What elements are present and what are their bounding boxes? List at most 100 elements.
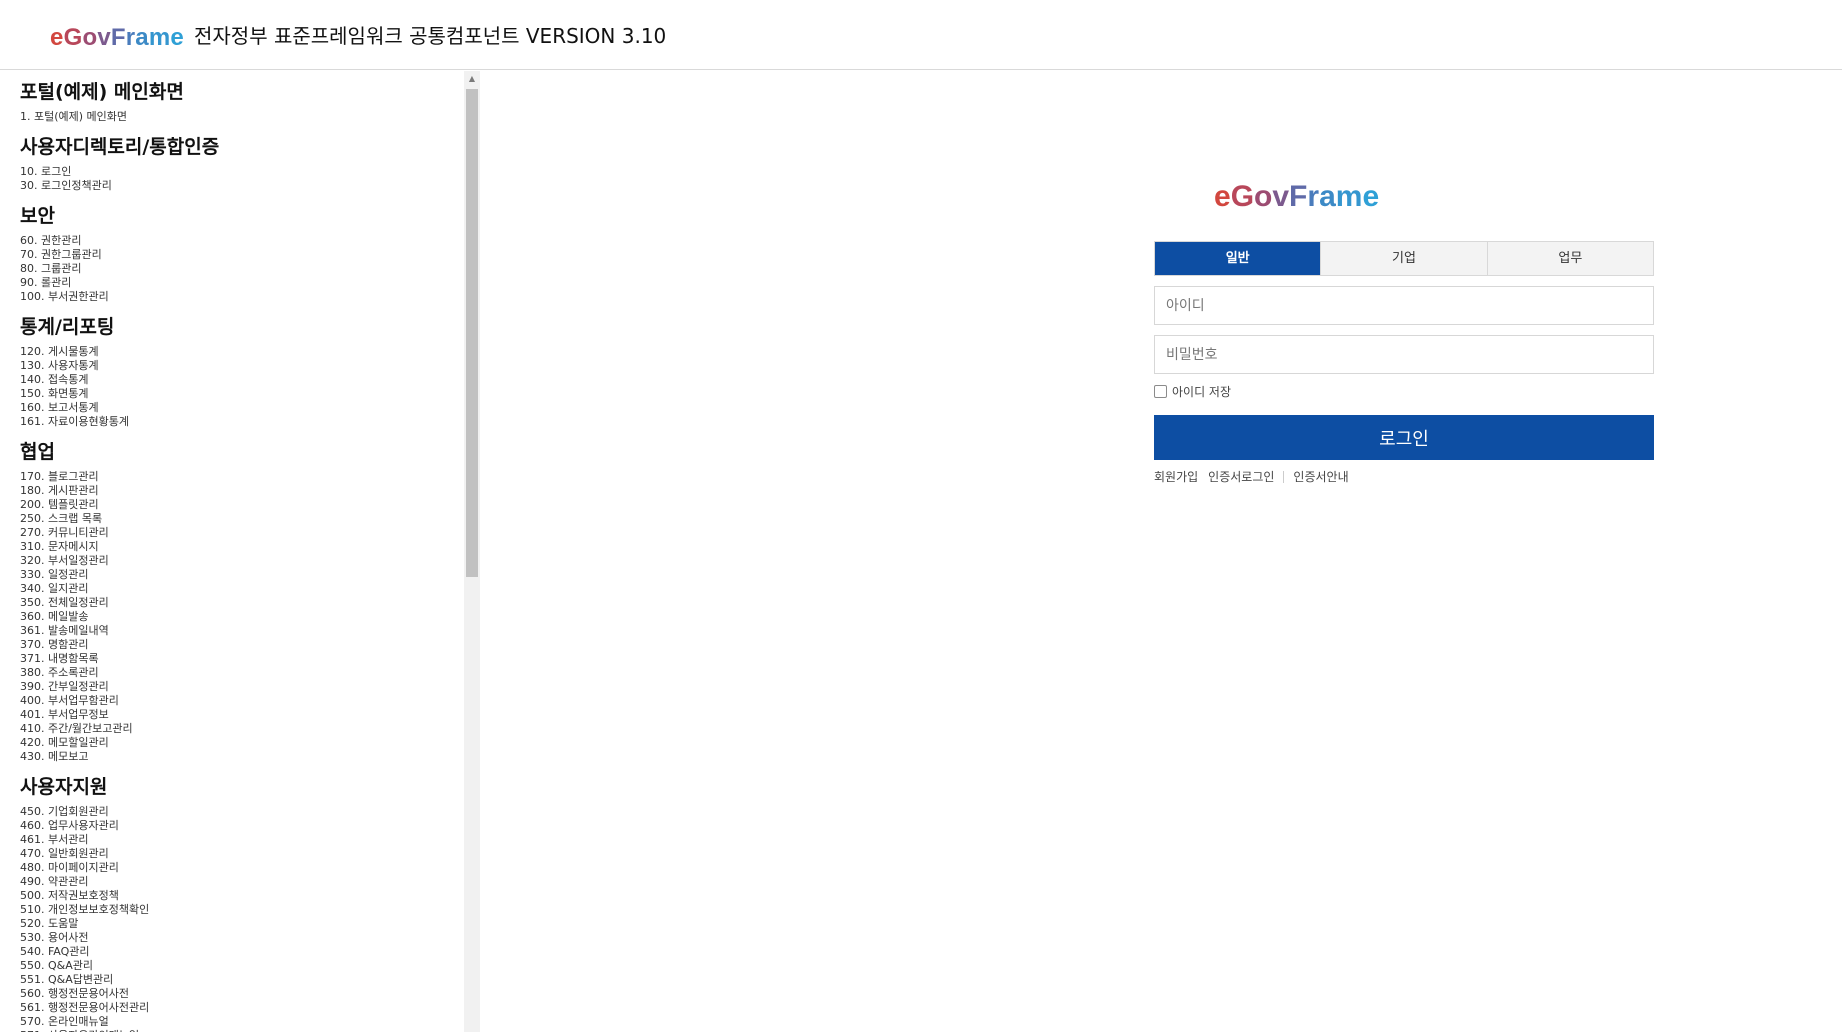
top-header: eGovFrame 전자정부 표준프레임워크 공통컴포넌트 VERSION 3.… [0,0,1842,70]
menu-item[interactable]: 180. 게시판관리 [20,484,460,498]
logo-letter: e [170,24,184,51]
tab-enterprise[interactable]: 기업 [1320,242,1487,275]
menu-item[interactable]: 461. 부서관리 [20,833,460,847]
menu-item[interactable]: 60. 권한관리 [20,234,460,248]
login-logo-letter: F [1289,180,1308,213]
logo-letter: F [110,24,126,51]
menu-item[interactable]: 490. 약관관리 [20,875,460,889]
menu-item[interactable]: 560. 행정전문용어사전 [20,987,460,1001]
menu-item[interactable]: 130. 사용자통계 [20,359,460,373]
egovframe-logo[interactable]: eGovFrame [50,24,184,52]
menu-item[interactable]: 310. 문자메시지 [20,540,460,554]
menu-item[interactable]: 140. 접속통계 [20,373,460,387]
menu-group-title: 협업 [20,441,55,463]
menu-item[interactable]: 470. 일반회원관리 [20,847,460,861]
menu-item[interactable]: 430. 메모보고 [20,750,460,764]
menu-item[interactable]: 400. 부서업무함관리 [20,694,460,708]
password-input[interactable] [1154,335,1654,374]
menu-item[interactable]: 561. 행정전문용어사전관리 [20,1001,460,1015]
menu-item[interactable]: 500. 저작권보호정책 [20,889,460,903]
menu-item[interactable]: 250. 스크랩 목록 [20,512,460,526]
menu-item[interactable]: 361. 발송메일내역 [20,624,460,638]
left-menu-frame: 포털(예제) 메인화면 1. 포털(예제) 메인화면사용자디렉토리/통합인증 10.… [10,71,480,1032]
menu-item[interactable]: 510. 개인정보보호정책확인 [20,903,460,917]
logo-letter: e [50,24,64,51]
menu-group-title: 포털(예제) 메인화면 [20,81,184,103]
menu-item[interactable]: 150. 화면통계 [20,387,460,401]
logo-letter: a [135,24,149,51]
menu-item[interactable]: 200. 템플릿관리 [20,498,460,512]
menu-item[interactable]: 10. 로그인 [20,165,460,179]
login-type-tabs: 일반 기업 업무 [1154,241,1654,276]
login-logo-letter: v [1272,180,1290,213]
menu-item[interactable]: 160. 보고서통계 [20,401,460,415]
save-id-checkbox[interactable] [1154,385,1167,398]
cert-login-link[interactable]: 인증서로그인 [1208,468,1274,485]
menu-group: 사용자디렉토리/통합인증 10. 로그인 30. 로그인정책관리 [20,136,460,193]
login-logo-letter: o [1254,180,1273,213]
login-button[interactable]: 로그인 [1154,415,1654,460]
menu-item[interactable]: 330. 일정관리 [20,568,460,582]
menu-group-title: 보안 [20,205,55,227]
menu-list: 포털(예제) 메인화면 1. 포털(예제) 메인화면사용자디렉토리/통합인증 10.… [20,81,460,1032]
menu-item[interactable]: 80. 그룹관리 [20,262,460,276]
menu-group: 협업 170. 블로그관리 180. 게시판관리 200. 템플릿관리 250. 스크랩… [20,441,460,764]
menu-item[interactable]: 550. Q&A관리 [20,959,460,973]
menu-item[interactable]: 371. 내명함목록 [20,652,460,666]
menu-item[interactable]: 161. 자료이용현황통계 [20,415,460,429]
menu-item[interactable]: 401. 부서업무정보 [20,708,460,722]
left-menu-scrollbar[interactable]: ▲ [464,71,480,1032]
menu-group: 사용자지원 450. 기업회원관리 460. 업무사용자관리 461. 부서관리 470… [20,776,460,1032]
menu-item[interactable]: 120. 게시물통계 [20,345,460,359]
menu-item[interactable]: 270. 커뮤니티관리 [20,526,460,540]
menu-item[interactable]: 540. FAQ관리 [20,945,460,959]
logo-letter: m [148,24,171,51]
menu-item[interactable]: 30. 로그인정책관리 [20,179,460,193]
save-id-label[interactable]: 아이디 저장 [1172,383,1231,400]
menu-item[interactable]: 360. 메일발송 [20,610,460,624]
menu-item[interactable]: 551. Q&A답변관리 [20,973,460,987]
save-id-row: 아이디 저장 [1154,383,1231,400]
menu-item[interactable]: 320. 부서일정관리 [20,554,460,568]
signup-link[interactable]: 회원가입 [1154,468,1198,485]
cert-guide-link[interactable]: 인증서안내 [1293,468,1348,485]
login-logo-letter: a [1319,180,1336,213]
login-logo-letter: m [1335,180,1363,213]
menu-group-title: 통계/리포팅 [20,316,115,338]
link-divider [1283,470,1285,483]
login-egovframe-logo: eGovFrame [1214,180,1379,214]
logo-letter: r [125,24,136,51]
menu-group-title: 사용자지원 [20,776,108,798]
menu-item[interactable]: 390. 간부일정관리 [20,680,460,694]
menu-group: 통계/리포팅 120. 게시물통계 130. 사용자통계 140. 접속통계 150. … [20,316,460,429]
menu-item[interactable]: 170. 블로그관리 [20,470,460,484]
menu-group: 포털(예제) 메인화면 1. 포털(예제) 메인화면 [20,81,460,124]
page-title: 전자정부 표준프레임워크 공통컴포넌트 VERSION 3.10 [194,24,667,48]
logo-letter: o [82,24,98,51]
login-logo-letter: r [1307,180,1320,213]
menu-item[interactable]: 370. 명함관리 [20,638,460,652]
login-logo-letter: e [1214,180,1231,213]
tab-business[interactable]: 업무 [1486,242,1653,275]
scroll-thumb[interactable] [466,89,478,577]
tab-general[interactable]: 일반 [1155,242,1321,275]
menu-item[interactable]: 70. 권한그룹관리 [20,248,460,262]
menu-item[interactable]: 340. 일지관리 [20,582,460,596]
menu-item[interactable]: 420. 메모할일관리 [20,736,460,750]
menu-item[interactable]: 380. 주소록관리 [20,666,460,680]
menu-item[interactable]: 570. 온라인매뉴얼 [20,1015,460,1029]
menu-item[interactable]: 520. 도움말 [20,917,460,931]
menu-item[interactable]: 100. 부서권한관리 [20,290,460,304]
logo-letter: G [63,24,83,51]
menu-item[interactable]: 350. 전체일정관리 [20,596,460,610]
menu-item[interactable]: 450. 기업회원관리 [20,805,460,819]
menu-item[interactable]: 460. 업무사용자관리 [20,819,460,833]
menu-group-title: 사용자디렉토리/통합인증 [20,136,220,158]
menu-item[interactable]: 410. 주간/월간보고관리 [20,722,460,736]
scroll-up-arrow-icon[interactable]: ▲ [464,71,480,87]
menu-item[interactable]: 1. 포털(예제) 메인화면 [20,110,460,124]
menu-item[interactable]: 480. 마이페이지관리 [20,861,460,875]
menu-item[interactable]: 90. 롤관리 [20,276,460,290]
menu-item[interactable]: 530. 용어사전 [20,931,460,945]
user-id-input[interactable] [1154,286,1654,325]
